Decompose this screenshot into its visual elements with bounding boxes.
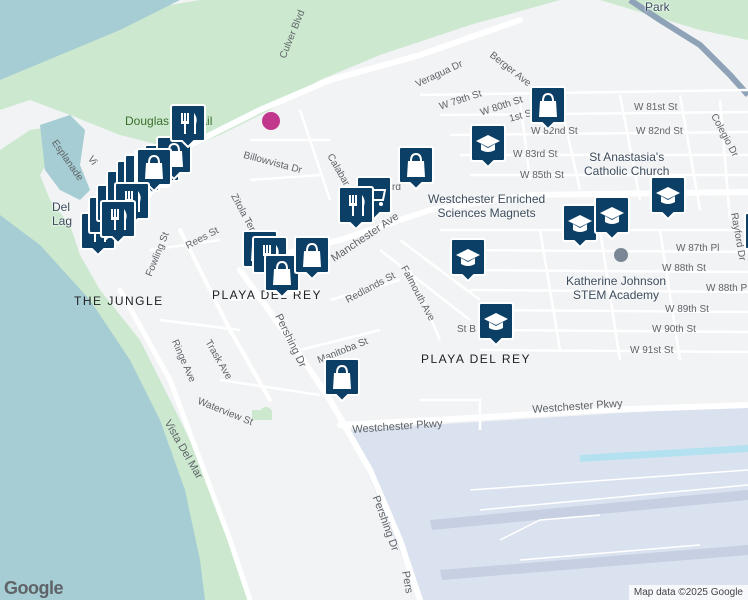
poi-label: Del Lag: [52, 200, 73, 228]
restaurant-marker[interactable]: [100, 200, 136, 244]
street-label: W 85th St: [520, 170, 564, 181]
street-label: W 82nd St: [636, 126, 683, 137]
school-marker[interactable]: [470, 124, 506, 168]
street-label: W 88th St: [662, 263, 706, 274]
street-label: W 81st St: [634, 102, 678, 113]
school-marker[interactable]: [562, 204, 598, 248]
restaurant-marker[interactable]: [338, 186, 374, 230]
street-label: W 87th Pl: [676, 243, 720, 254]
street-label: W 88th P: [706, 283, 748, 294]
street-label: W 91st St: [630, 345, 674, 356]
school-marker[interactable]: [450, 238, 486, 282]
neighborhood-label: THE JUNGLE: [74, 294, 164, 308]
street-label: W 83rd St: [513, 149, 558, 160]
map-canvas[interactable]: PLAYA DEL REY THE JUNGLE PLAYA DEL REY C…: [0, 0, 748, 600]
street-label: St B: [457, 324, 476, 335]
poi-label[interactable]: Westchester Enriched Sciences Magnets: [428, 192, 545, 220]
street-label: W 90th St: [652, 324, 696, 335]
school-icon: [614, 248, 628, 262]
camera-icon: [262, 112, 280, 130]
street-label: W 89th St: [665, 304, 709, 315]
school-marker[interactable]: [744, 212, 748, 256]
shop-marker[interactable]: [398, 146, 434, 190]
poi-label[interactable]: Katherine Johnson STEM Academy: [566, 274, 666, 302]
shop-marker[interactable]: [294, 236, 330, 280]
restaurant-marker[interactable]: [170, 104, 206, 148]
school-marker[interactable]: [478, 302, 514, 346]
school-marker[interactable]: [594, 196, 630, 240]
attribution: Map data ©2025 Google: [628, 585, 748, 600]
poi-label[interactable]: St Anastasia's Catholic Church: [584, 150, 669, 178]
neighborhood-label: PLAYA DEL REY: [421, 352, 531, 366]
shop-marker[interactable]: [530, 86, 566, 130]
school-marker[interactable]: [650, 176, 686, 220]
shop-marker[interactable]: [324, 358, 360, 402]
poi-label: Park: [645, 0, 670, 14]
google-logo: Google: [4, 578, 64, 598]
